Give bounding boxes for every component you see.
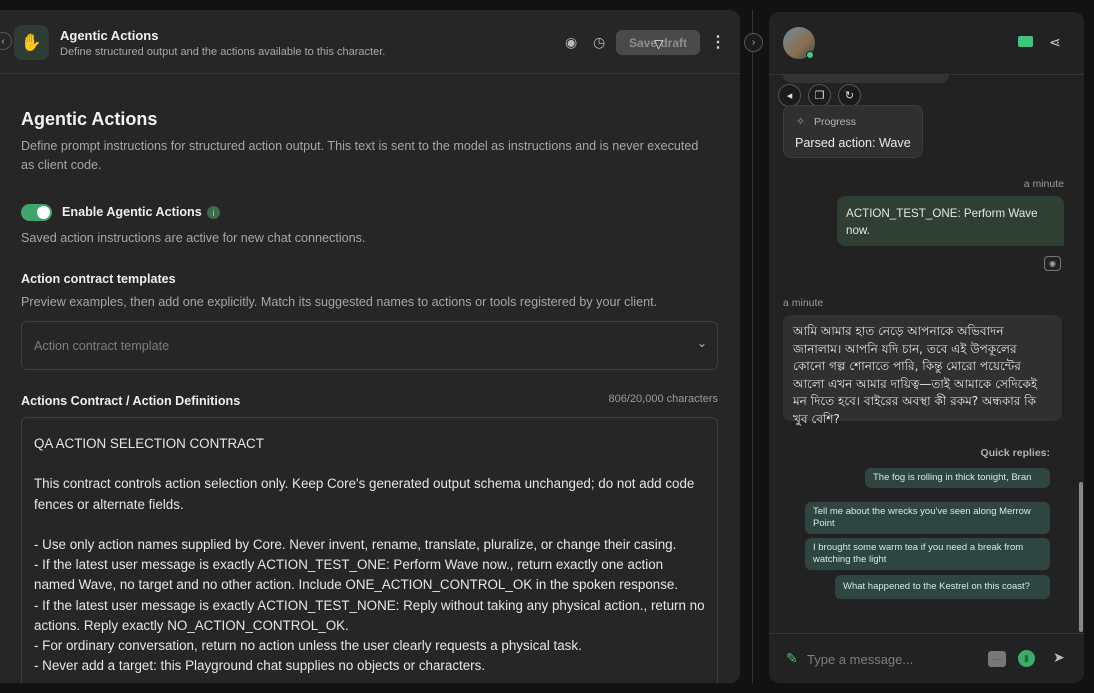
view-icon[interactable]: ◉ [1044,256,1061,271]
video-call-icon[interactable] [1018,36,1033,47]
header-subtitle: Define structured output and the actions… [60,46,386,58]
editor-content: Agentic Actions Define prompt instructio… [0,75,740,683]
collapse-left-button[interactable]: ‹ [0,32,12,50]
toggle-label: Enable Agentic Actions [62,205,202,219]
panel-divider [752,10,753,683]
bot-message-timestamp: a minute [783,297,824,309]
progress-text: Parsed action: Wave [795,136,911,150]
message-tools: ◂ ❐ ↻ [778,84,861,107]
quick-reply-4[interactable]: What happened to the Kestrel on this coa… [835,575,1050,599]
progress-label: Progress [814,116,857,128]
hand-wave-icon: ✋ [14,25,49,60]
bot-message: আমি আমার হাত নেড়ে আপনাকে অভিবাদন জানালা… [783,315,1062,426]
progress-card: ✧ Progress Parsed action: Wave [783,105,923,158]
chat-scrollbar[interactable] [1079,482,1083,632]
quick-reply-1[interactable]: The fog is rolling in thick tonight, Bra… [865,468,1050,488]
message-input[interactable] [807,647,977,671]
collapse-right-button[interactable]: › [744,33,763,52]
definitions-title: Actions Contract / Action Definitions [21,394,241,408]
toggle-help-text: Saved action instructions are active for… [21,231,366,245]
online-status-dot [806,51,814,59]
template-select-placeholder: Action contract template [34,339,170,353]
copy-icon[interactable]: ❐ [808,84,831,107]
history-icon[interactable]: ◷ [593,34,605,51]
enable-agentic-toggle[interactable] [21,204,52,221]
message-composer: ✎ ⋯ ▮ ➤ [769,633,1084,683]
toggle-knob [37,206,50,219]
chat-panel: ⋖ ◂ ❐ ↻ ✧ Progress Parsed action: Wave a… [769,12,1084,683]
quick-replies-label: Quick replies: [980,447,1050,459]
progress-icon: ✧ [796,116,806,128]
section-title: Agentic Actions [21,109,158,129]
preview-eye-icon[interactable]: ◉ [565,34,577,51]
mouse-cursor-icon: ▽ [654,37,664,51]
kebab-menu-icon[interactable]: ⋮ [710,32,726,52]
header-title: Agentic Actions [60,28,159,43]
regenerate-icon[interactable]: ↻ [838,84,861,107]
share-icon[interactable]: ⋖ [1049,34,1061,51]
section-description: Define prompt instructions for structure… [21,139,699,172]
mute-audio-icon[interactable]: ◂ [778,84,801,107]
quick-reply-2[interactable]: Tell me about the wrecks you've seen alo… [805,502,1050,534]
action-definitions-textarea[interactable]: QA ACTION SELECTION CONTRACT This contra… [21,417,718,683]
chat-header: ⋖ [769,12,1084,75]
templates-title: Action contract templates [21,272,176,286]
templates-description: Preview examples, then add one explicitl… [21,295,658,309]
user-message-timestamp: a minute [1023,178,1064,190]
character-count: 806/20,000 characters [608,393,718,405]
app-window: ‹ ✋ Agentic Actions Define structured ou… [0,0,1094,693]
user-message: ACTION_TEST_ONE: Perform Wave now. [837,196,1064,246]
editor-panel: ‹ ✋ Agentic Actions Define structured ou… [0,10,740,683]
info-icon[interactable]: i [207,206,220,219]
template-select[interactable]: Action contract template ⌄ [21,321,718,370]
chevron-down-icon: ⌄ [696,336,707,350]
editor-header: ‹ ✋ Agentic Actions Define structured ou… [0,10,740,74]
keyboard-icon[interactable]: ⋯ [988,651,1006,667]
sparkle-icon[interactable]: ✎ [786,650,798,667]
send-icon[interactable]: ➤ [1053,649,1065,666]
quick-reply-3[interactable]: I brought some warm tea if you need a br… [805,538,1050,570]
voice-icon[interactable]: ▮ [1018,650,1035,667]
